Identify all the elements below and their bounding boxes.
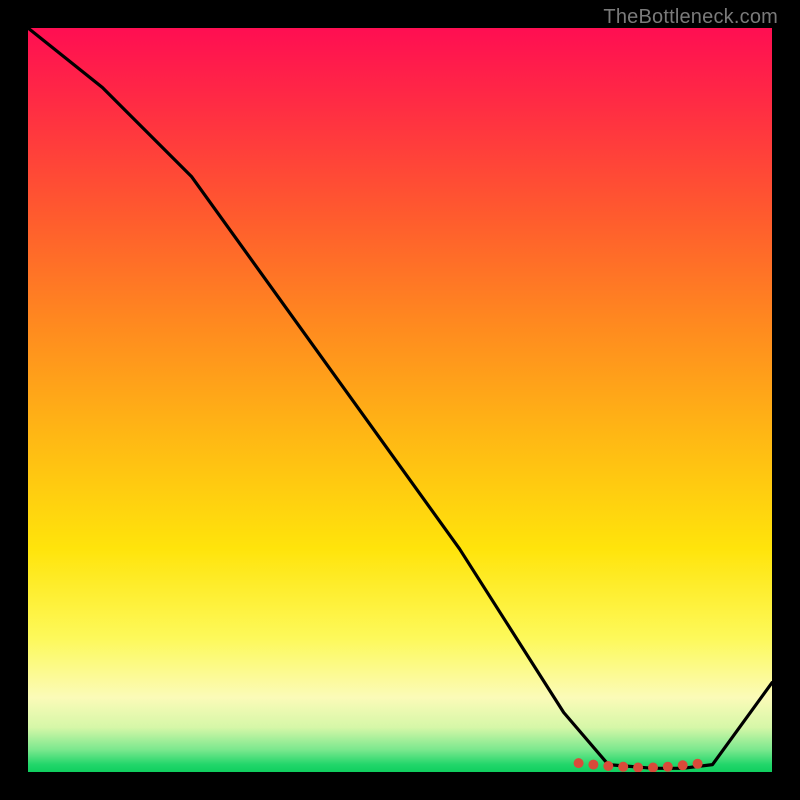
marker-dot: [618, 762, 628, 772]
marker-dot: [693, 759, 703, 769]
marker-dot: [603, 761, 613, 771]
flat-cluster-markers: [28, 28, 772, 772]
marker-dot: [663, 762, 673, 772]
marker-dot: [633, 763, 643, 773]
marker-dot: [588, 760, 598, 770]
marker-dot: [574, 758, 584, 768]
plot-area: [28, 28, 772, 772]
watermark-text: TheBottleneck.com: [603, 6, 778, 29]
marker-dot: [678, 760, 688, 770]
marker-dot: [648, 763, 658, 773]
chart-frame: TheBottleneck.com: [0, 0, 800, 800]
